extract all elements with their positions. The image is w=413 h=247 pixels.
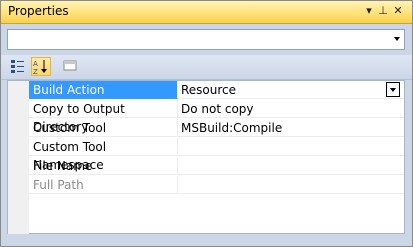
panel-titlebar[interactable]: Properties ▾ ⊥ ✕ <box>1 1 412 24</box>
property-name[interactable]: Copy to Output Directory <box>29 100 178 134</box>
row-gutter <box>8 138 29 158</box>
property-value[interactable] <box>178 176 404 194</box>
value-dropdown-button[interactable] <box>386 82 400 97</box>
row-gutter <box>8 157 29 177</box>
property-row-build-action[interactable]: Build Action Resource <box>8 81 404 101</box>
property-row-file-name[interactable]: File Name <box>8 157 404 177</box>
properties-toolbar: A Z <box>1 55 412 80</box>
property-pages-icon <box>63 60 77 71</box>
object-selector[interactable] <box>7 29 405 50</box>
pin-icon[interactable]: ⊥ <box>377 4 389 18</box>
property-pages-button[interactable] <box>61 57 81 76</box>
properties-panel: Properties ▾ ⊥ ✕ A Z Build Action Resour… <box>0 0 413 247</box>
property-name[interactable]: Build Action <box>29 81 178 99</box>
row-gutter <box>8 176 29 196</box>
property-row-copy-to-output[interactable]: Copy to Output Directory Do not copy <box>8 100 404 134</box>
property-value-text: Resource <box>181 83 237 97</box>
row-gutter <box>8 100 29 120</box>
property-row-custom-tool-namespace[interactable]: Custom Tool Namespace <box>8 138 404 172</box>
property-row-full-path[interactable]: Full Path <box>8 176 404 196</box>
panel-title: Properties <box>8 4 69 18</box>
row-gutter <box>8 195 29 234</box>
property-name[interactable]: Full Path <box>29 176 178 194</box>
chevron-down-icon[interactable] <box>394 37 400 41</box>
property-value[interactable]: MSBuild:Compile <box>178 119 404 137</box>
close-icon[interactable]: ✕ <box>392 4 404 18</box>
categorized-button[interactable] <box>8 57 28 76</box>
alphabetical-icon: A Z <box>33 60 47 76</box>
property-name[interactable]: File Name <box>29 157 178 175</box>
property-name[interactable]: Custom Tool <box>29 119 178 137</box>
property-row-custom-tool[interactable]: Custom Tool MSBuild:Compile <box>8 119 404 139</box>
property-grid: Build Action Resource Copy to Output Dir… <box>7 80 405 234</box>
row-gutter <box>8 119 29 139</box>
property-value[interactable]: Do not copy <box>178 100 404 118</box>
alphabetical-button[interactable]: A Z <box>31 57 51 76</box>
row-gutter <box>8 81 29 101</box>
svg-text:A: A <box>33 60 38 68</box>
svg-text:Z: Z <box>33 68 38 75</box>
categorized-icon <box>11 60 24 73</box>
property-name[interactable]: Custom Tool Namespace <box>29 138 178 172</box>
property-value[interactable] <box>178 138 404 156</box>
property-value[interactable] <box>178 157 404 175</box>
property-value[interactable]: Resource <box>178 81 404 99</box>
window-position-dropdown-icon[interactable]: ▾ <box>363 4 375 18</box>
